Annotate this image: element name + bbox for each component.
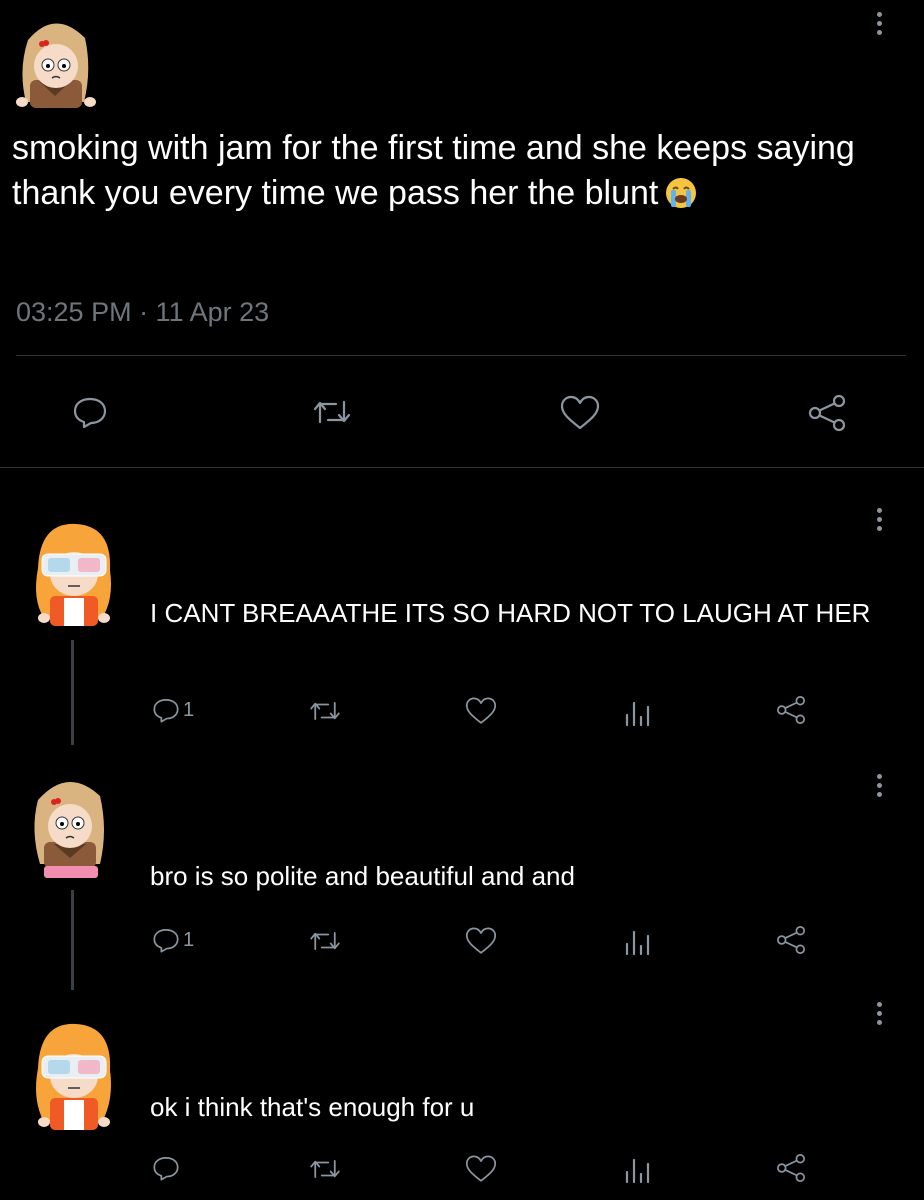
reply-icon [153, 1157, 179, 1181]
more-options-icon[interactable] [876, 12, 884, 39]
reply-icon [153, 929, 179, 953]
reply-text: ok i think that's enough for u [150, 1092, 475, 1122]
share-icon [777, 1154, 805, 1182]
analytics-icon [625, 930, 650, 956]
like-button[interactable] [463, 696, 499, 726]
reply-icon [153, 699, 179, 723]
more-options-icon[interactable] [876, 774, 884, 801]
heart-icon [465, 1155, 497, 1182]
like-button[interactable] [463, 926, 499, 956]
avatar[interactable] [28, 1018, 118, 1138]
reply-icon [73, 397, 107, 429]
more-options-icon[interactable] [876, 508, 884, 535]
analytics-button[interactable] [621, 1154, 655, 1184]
share-icon [808, 394, 846, 432]
retweet-icon [310, 931, 340, 951]
reply-button[interactable] [152, 1154, 180, 1182]
retweet-button[interactable] [308, 698, 342, 724]
avatar[interactable] [10, 10, 100, 130]
avatar[interactable] [24, 766, 114, 886]
share-button[interactable] [774, 694, 808, 726]
like-button[interactable] [463, 1154, 499, 1184]
reply-button[interactable]: 1 [152, 696, 194, 724]
thread-line [71, 890, 74, 990]
like-button[interactable] [558, 394, 602, 432]
reply-text: I CANT BREAAATHE ITS SO HARD NOT TO LAUG… [150, 598, 871, 628]
analytics-button[interactable] [621, 926, 655, 956]
analytics-icon [625, 701, 650, 727]
heart-icon [560, 395, 600, 430]
divider [16, 355, 906, 356]
retweet-button[interactable] [312, 396, 352, 428]
retweet-icon [310, 701, 340, 721]
retweet-button[interactable] [308, 1156, 342, 1182]
share-button[interactable] [774, 1152, 808, 1184]
retweet-button[interactable] [308, 928, 342, 954]
retweet-icon [310, 1159, 340, 1179]
share-button[interactable] [774, 924, 808, 956]
loudly-crying-emoji-icon [664, 176, 698, 222]
divider [0, 467, 924, 468]
analytics-button[interactable] [621, 697, 655, 727]
heart-icon [465, 927, 497, 954]
analytics-icon [625, 1158, 650, 1184]
reply-count: 1 [183, 928, 195, 951]
reply-text: bro is so polite and beautiful and and [150, 861, 575, 891]
more-options-icon[interactable] [876, 1002, 884, 1029]
thread-line [71, 640, 74, 745]
share-icon [777, 696, 805, 724]
post-text: smoking with jam for the first time and … [12, 126, 912, 222]
retweet-icon [313, 400, 351, 424]
reply-count: 1 [183, 698, 195, 721]
share-button[interactable] [805, 393, 849, 433]
share-icon [777, 926, 805, 954]
heart-icon [465, 697, 497, 724]
reply-button[interactable]: 1 [152, 926, 194, 954]
reply-button[interactable] [72, 394, 108, 430]
post-timestamp: 03:25 PM · 11 Apr 23 [16, 297, 270, 327]
avatar[interactable] [28, 518, 118, 638]
